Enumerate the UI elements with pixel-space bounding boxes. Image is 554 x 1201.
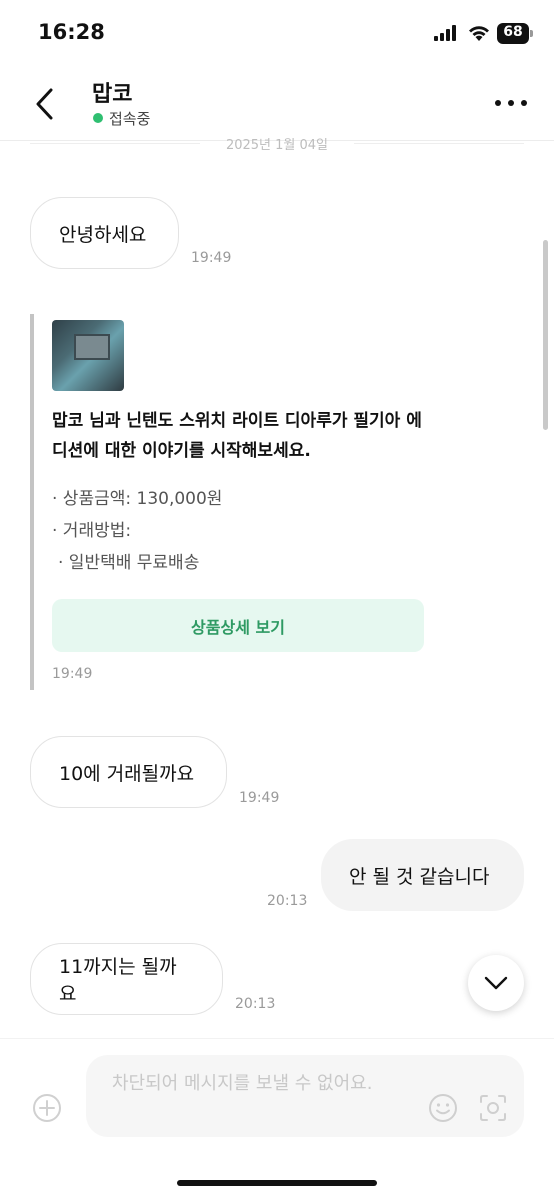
trade-method-value: · 일반택배 무료배송 xyxy=(58,553,200,573)
presence-status: 접속중 xyxy=(93,108,150,129)
scrollbar[interactable] xyxy=(543,240,548,430)
chat-header: 맙코 접속중 xyxy=(0,68,554,141)
incoming-message: 10에 거래될까요 xyxy=(30,736,227,808)
date-divider: 2025년 1월 04일 xyxy=(0,134,554,153)
input-placeholder: 차단되어 메시지를 보낼 수 없어요. xyxy=(112,1073,373,1094)
emoji-icon[interactable] xyxy=(428,1093,458,1123)
chevron-down-icon xyxy=(484,976,508,990)
product-detail-button[interactable]: 상품상세 보기 xyxy=(52,599,424,652)
incoming-message: 11까지는 될까요 xyxy=(30,943,223,1015)
product-price: · 상품금액: 130,000원 xyxy=(52,489,223,509)
more-options-icon[interactable] xyxy=(494,98,528,108)
wifi-icon xyxy=(469,26,489,41)
message-text: 11까지는 될까요 xyxy=(59,956,177,1005)
message-input[interactable]: 차단되어 메시지를 보낼 수 없어요. xyxy=(86,1055,524,1137)
message-time: 19:49 xyxy=(52,666,93,682)
message-time: 20:13 xyxy=(267,893,308,909)
product-card-title: 맙코 님과 닌텐도 스위치 라이트 디아루가 필기아 에디션에 대한 이야기를 … xyxy=(52,411,422,461)
incoming-message: 안녕하세요 xyxy=(30,197,179,269)
add-attachment-icon[interactable] xyxy=(32,1093,62,1123)
back-arrow-icon[interactable] xyxy=(30,84,60,124)
online-dot-icon xyxy=(93,113,103,123)
battery-percent: 68 xyxy=(503,24,523,40)
message-text: 안 될 것 같습니다 xyxy=(349,865,490,888)
message-time: 19:49 xyxy=(239,790,280,806)
status-time: 16:28 xyxy=(38,20,105,44)
message-time: 20:13 xyxy=(235,996,276,1012)
product-thumbnail[interactable] xyxy=(52,320,124,391)
product-info-card: 맙코 님과 닌텐도 스위치 라이트 디아루가 필기아 에디션에 대한 이야기를 … xyxy=(30,314,434,690)
battery-icon: 68 xyxy=(497,23,533,44)
date-divider-label: 2025년 1월 04일 xyxy=(225,138,329,153)
status-bar: 16:28 68 xyxy=(0,0,554,68)
camera-scan-icon[interactable] xyxy=(478,1093,508,1123)
trade-method-label: · 거래방법: xyxy=(52,521,132,541)
home-indicator xyxy=(177,1180,377,1186)
message-input-area: 차단되어 메시지를 보낼 수 없어요. xyxy=(0,1038,554,1201)
presence-label: 접속중 xyxy=(109,110,151,128)
outgoing-message: 안 될 것 같습니다 xyxy=(321,839,524,911)
signal-icon xyxy=(434,25,456,41)
message-text: 10에 거래될까요 xyxy=(59,762,195,785)
scroll-to-bottom-button[interactable] xyxy=(468,955,524,1011)
message-time: 19:49 xyxy=(191,250,232,266)
chat-partner-name: 맙코 xyxy=(92,82,133,107)
message-text: 안녕하세요 xyxy=(59,223,147,246)
